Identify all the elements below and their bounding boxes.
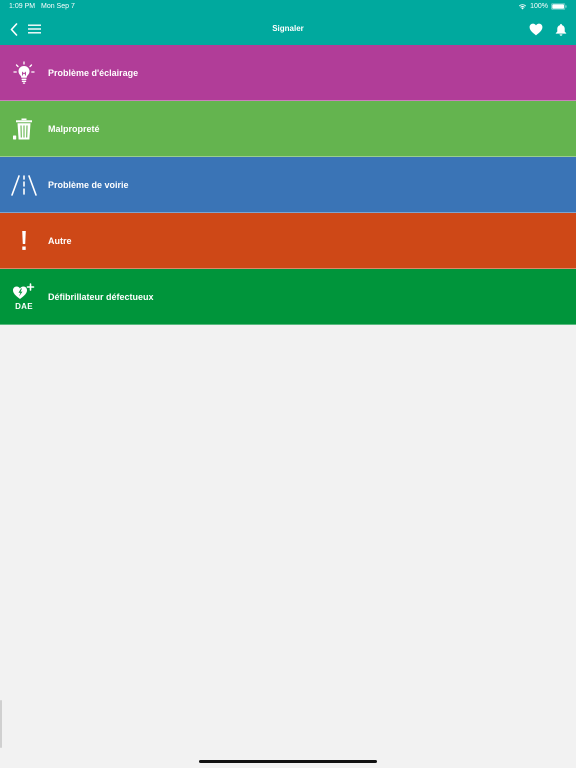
header: 1:09 PM Mon Sep 7 100% Signaler	[0, 0, 576, 45]
category-other[interactable]: Autre	[0, 213, 576, 269]
category-label: Malpropreté	[48, 124, 100, 134]
category-label: Problème d'éclairage	[48, 68, 139, 78]
category-defibrillator[interactable]: DAE Défibrillateur défectueux	[0, 269, 576, 325]
app-screen: 1:09 PM Mon Sep 7 100% Signaler Problème…	[0, 0, 576, 768]
defibrillator-icon-label: DAE	[15, 302, 33, 311]
trash-can-icon	[10, 115, 38, 143]
navigation-bar: Signaler	[0, 13, 576, 45]
lightbulb-icon	[10, 59, 38, 87]
exclamation-icon	[10, 227, 38, 255]
category-label: Autre	[48, 236, 72, 246]
notifications-button[interactable]	[554, 22, 567, 36]
category-uncleanliness[interactable]: Malpropreté	[0, 101, 576, 157]
defibrillator-icon: DAE	[10, 283, 38, 311]
home-indicator[interactable]	[199, 760, 377, 763]
back-button[interactable]	[7, 21, 21, 37]
category-label: Défibrillateur défectueux	[48, 292, 154, 302]
hamburger-menu-icon	[27, 24, 41, 34]
report-category-list: Problème d'éclairage Malpropreté Problèm…	[0, 45, 576, 325]
category-road-problem[interactable]: Problème de voirie	[0, 157, 576, 213]
menu-button[interactable]	[27, 22, 41, 36]
status-time: 1:09 PM	[9, 3, 36, 10]
side-edge-handle[interactable]	[0, 700, 2, 748]
battery-percent: 100%	[530, 3, 548, 10]
status-date: Mon Sep 7	[41, 3, 75, 10]
bell-icon	[555, 23, 566, 36]
heart-icon	[529, 23, 542, 35]
battery-icon	[551, 3, 567, 10]
road-icon	[10, 171, 38, 199]
status-indicators: 100%	[518, 0, 567, 13]
favorites-button[interactable]	[528, 22, 543, 36]
status-bar: 1:09 PM Mon Sep 7 100%	[0, 0, 576, 13]
wifi-icon	[518, 4, 527, 10]
chevron-left-icon	[10, 22, 18, 36]
page-title: Signaler	[272, 24, 304, 33]
category-label: Problème de voirie	[48, 180, 129, 190]
category-lighting-problem[interactable]: Problème d'éclairage	[0, 45, 576, 101]
